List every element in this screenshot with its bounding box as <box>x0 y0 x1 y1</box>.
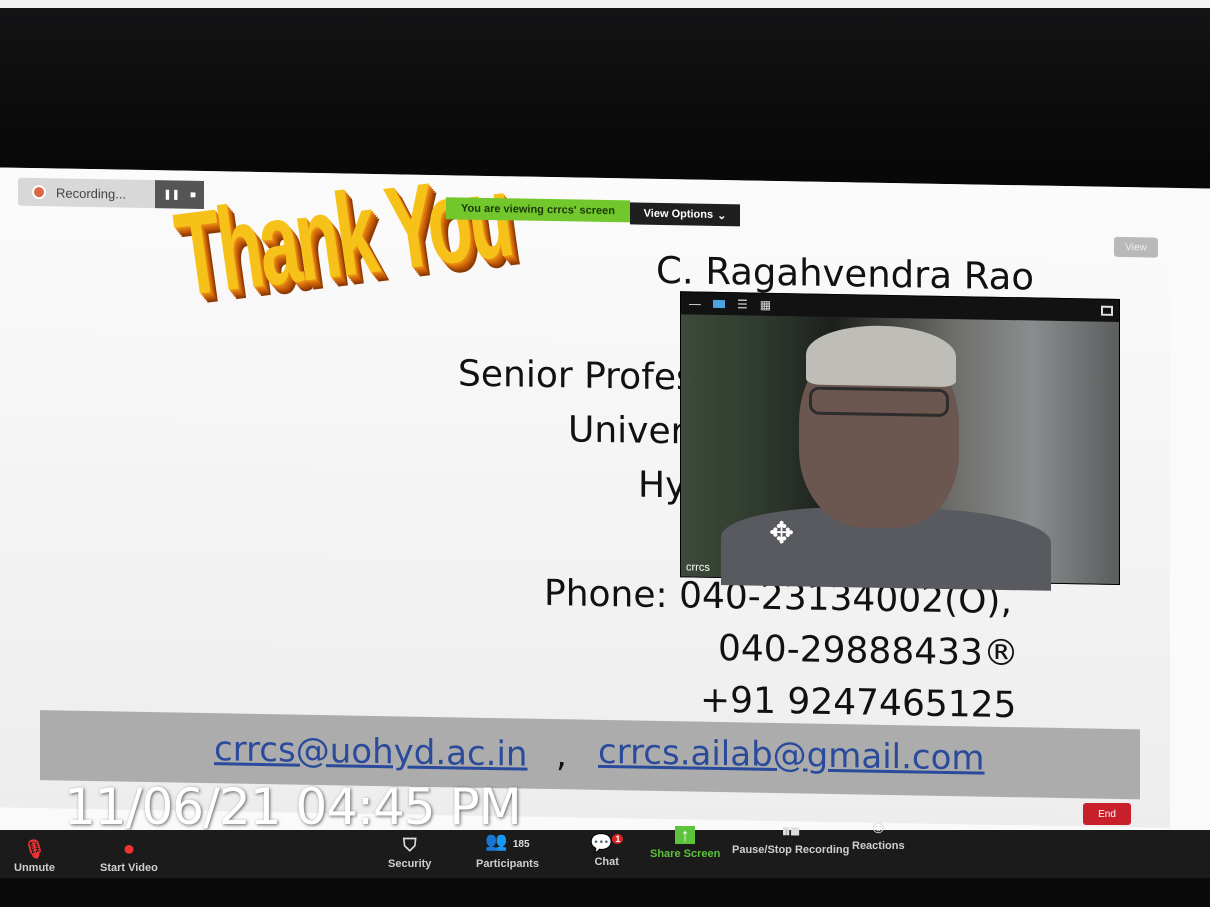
university-line: Univer <box>568 409 686 453</box>
hair-shape <box>806 324 956 388</box>
pause-icon[interactable]: ❚❚ <box>163 189 180 200</box>
pause-stop-icon: ⏸⏹ <box>781 821 800 841</box>
pause-stop-recording-button[interactable]: ⏸⏹ Pause/Stop Recording <box>732 822 849 856</box>
view-options-button[interactable]: View Options ⌄ <box>630 202 740 227</box>
view-options-label: View Options <box>643 207 714 221</box>
pause-stop-recording-label: Pause/Stop Recording <box>732 844 850 856</box>
share-screen-label: Share Screen <box>650 848 721 860</box>
participant-name: crrcs <box>686 561 710 574</box>
recording-label: Recording... <box>56 184 127 202</box>
move-icon[interactable]: ✥ <box>769 516 794 551</box>
chat-label: Chat <box>594 856 619 868</box>
unmute-button[interactable]: 🎙︎ Unmute <box>14 840 55 874</box>
viewing-screen-banner: You are viewing crrcs' screen <box>446 197 630 223</box>
chat-icon: 💬 1 <box>590 830 624 852</box>
room-background <box>0 0 1210 190</box>
phone-line-residence: 040-29888433® <box>718 627 1019 675</box>
speaker-video-window[interactable]: — ☰ ▦ ✥ crrcs <box>680 291 1120 591</box>
chat-button[interactable]: 💬 1 Chat <box>590 830 624 868</box>
end-meeting-button[interactable]: End <box>1083 803 1131 825</box>
shield-icon: ⛉ <box>402 835 417 855</box>
share-screen-button[interactable]: ↑ Share Screen <box>650 826 720 860</box>
exit-fullscreen-icon[interactable] <box>1101 305 1113 316</box>
desk-edge <box>0 878 1210 907</box>
start-video-label: Start Video <box>100 862 158 874</box>
email-university[interactable]: crrcs@uohyd.ac.in <box>214 729 527 774</box>
chat-badge: 1 <box>612 834 624 844</box>
participants-count: 185 <box>512 839 530 850</box>
chevron-down-icon: ⌄ <box>717 209 727 222</box>
security-label: Security <box>388 858 432 870</box>
stop-icon[interactable]: ■ <box>190 189 196 200</box>
participants-button[interactable]: 👥 185 Participants <box>476 832 539 870</box>
email-separator: , <box>556 735 567 776</box>
gallery-view-icon[interactable]: ▦ <box>760 298 771 312</box>
phone-line-mobile: +91 9247465125 <box>700 679 1017 727</box>
reactions-icon: ☺ <box>869 817 888 837</box>
view-button[interactable]: View <box>1114 236 1158 258</box>
record-icon <box>32 184 46 200</box>
email-gmail[interactable]: crrcs.ailab@gmail.com <box>598 732 985 779</box>
camera-timestamp: 11/06/21 04:45 PM <box>64 778 522 836</box>
unmute-label: Unmute <box>14 862 55 874</box>
split-view-icon[interactable]: ☰ <box>737 297 748 311</box>
top-edge <box>0 0 1210 8</box>
recording-indicator: Recording... ❚❚ ■ <box>18 177 204 210</box>
video-off-icon: ⏺ <box>124 839 134 859</box>
participants-label: Participants <box>476 858 539 870</box>
glasses-shape <box>809 386 949 418</box>
security-button[interactable]: ⛉ Security <box>388 836 431 870</box>
mic-off-icon: 🎙︎ <box>23 839 46 859</box>
thank-you-wordart: Thank You <box>168 167 518 322</box>
share-icon: ↑ <box>675 826 696 844</box>
reactions-label: Reactions <box>852 840 905 852</box>
title-line: Senior Profes <box>458 353 695 399</box>
single-view-icon[interactable] <box>713 299 725 309</box>
minimize-icon[interactable]: — <box>689 296 701 310</box>
participants-icon: 👥 185 <box>485 831 530 851</box>
reactions-button[interactable]: ☺ Reactions <box>852 818 905 852</box>
start-video-button[interactable]: ⏺ Start Video <box>100 840 158 874</box>
participant-video-feed: ✥ crrcs <box>681 314 1119 591</box>
